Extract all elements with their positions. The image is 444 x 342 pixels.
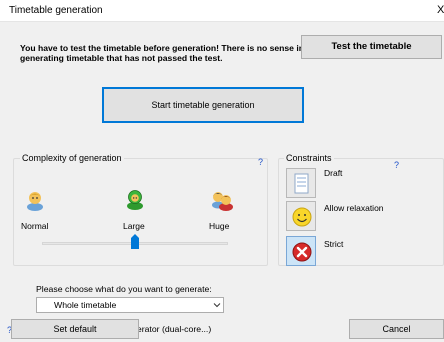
document-icon <box>294 173 309 194</box>
close-icon[interactable]: X <box>437 4 444 16</box>
window-title: Timetable generation <box>9 5 103 16</box>
generate-select[interactable]: Whole timetable <box>36 297 224 313</box>
constraints-group-title: Constraints <box>284 153 334 163</box>
constraint-relaxation-label: Allow relaxation <box>324 203 384 213</box>
constraint-strict-button[interactable] <box>286 236 316 266</box>
constraints-help-icon[interactable]: ? <box>394 160 399 170</box>
generate-label: Please choose what do you want to genera… <box>36 284 212 294</box>
level-huge-label: Huge <box>209 221 230 231</box>
single-user-icon[interactable] <box>24 189 46 211</box>
warning-message: You have to test the timetable before ge… <box>20 43 304 63</box>
level-normal-label: Normal <box>21 221 49 231</box>
constraint-strict-label: Strict <box>324 239 344 249</box>
smiley-icon <box>292 207 312 227</box>
constraint-relaxation-button[interactable] <box>286 201 316 231</box>
generate-select-value: Whole timetable <box>54 300 117 310</box>
title-bar: Timetable generation X <box>0 0 444 22</box>
cancel-button[interactable]: Cancel <box>349 319 444 339</box>
complexity-group-title: Complexity of generation <box>20 153 124 163</box>
complexity-group: Complexity of generation ? <box>13 153 268 266</box>
dialog-body: You have to test the timetable before ge… <box>0 22 444 342</box>
test-timetable-button[interactable]: Test the timetable <box>301 35 442 59</box>
constraint-draft-label: Draft <box>324 168 343 178</box>
chevron-down-icon <box>213 303 221 308</box>
red-x-icon <box>292 242 312 262</box>
start-generation-button[interactable]: Start timetable generation <box>102 87 304 123</box>
complexity-help-icon[interactable]: ? <box>258 157 263 167</box>
complexity-slider-thumb[interactable] <box>131 234 139 249</box>
green-user-icon[interactable] <box>124 188 146 210</box>
level-large-label: Large <box>123 221 145 231</box>
set-default-button[interactable]: Set default <box>11 319 139 339</box>
group-users-icon[interactable] <box>209 189 235 211</box>
constraint-draft-button[interactable] <box>286 168 316 198</box>
